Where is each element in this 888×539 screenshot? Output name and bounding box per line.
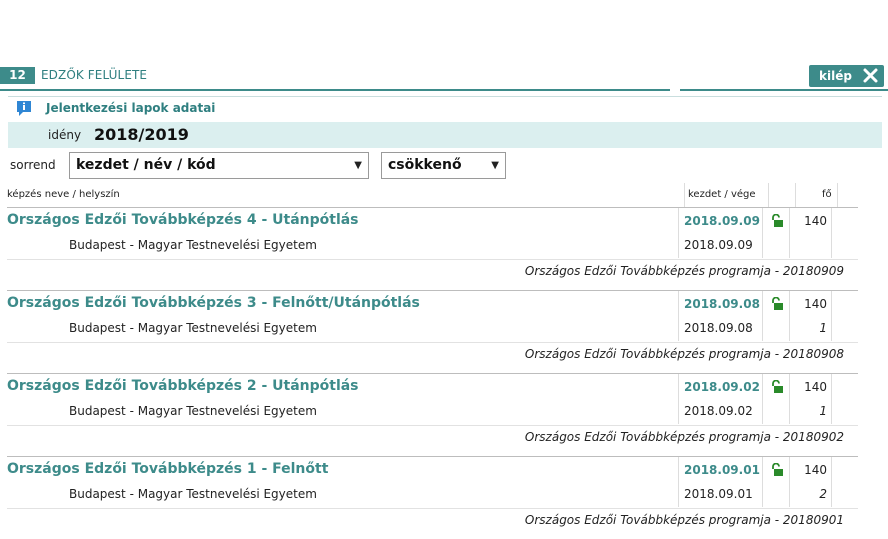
row-divider: [7, 508, 858, 509]
unlocked-lock-icon[interactable]: [770, 463, 784, 477]
column-divider: [684, 183, 685, 207]
training-place: Budapest - Magyar Testnevelési Egyetem: [69, 321, 317, 335]
exit-button-label: kilép: [819, 69, 852, 83]
applicant-count: 2: [819, 487, 827, 501]
training-name-link[interactable]: Országos Edzői Továbbképzés 4 - Utánpótl…: [7, 212, 359, 228]
row-divider: [7, 425, 858, 426]
training-end-date: 2018.09.09: [684, 238, 753, 252]
sort-order-value: csökkenő: [388, 157, 462, 173]
training-end-date: 2018.09.02: [684, 404, 753, 418]
program-link[interactable]: Országos Edzői Továbbképzés programja - …: [525, 430, 844, 444]
info-icon: [17, 101, 31, 116]
participant-count: 140: [804, 214, 827, 228]
training-entry: Országos Edzői Továbbképzés 2 - Utánpótl…: [7, 373, 858, 456]
sort-order-select[interactable]: csökkenő ▼: [381, 152, 506, 179]
training-end-date: 2018.09.08: [684, 321, 753, 335]
training-entry: Országos Edzői Továbbképzés 4 - Utánpótl…: [7, 207, 858, 290]
training-start-date: 2018.09.09: [684, 214, 760, 228]
cell-divider: [678, 457, 679, 507]
training-start-date: 2018.09.02: [684, 380, 760, 394]
participant-count: 140: [804, 463, 827, 477]
participant-count: 140: [804, 380, 827, 394]
training-start-date: 2018.09.01: [684, 463, 760, 477]
dropdown-arrow-icon: ▼: [354, 160, 362, 171]
training-name-link[interactable]: Országos Edzői Továbbképzés 3 - Felnőtt/…: [7, 295, 420, 311]
cell-divider: [831, 291, 832, 341]
training-place: Budapest - Magyar Testnevelési Egyetem: [69, 487, 317, 501]
header-divider-right: [680, 89, 888, 91]
top-bar: 12 EDZŐK FELÜLETE kilép: [0, 65, 888, 93]
header-divider: [0, 89, 670, 91]
cell-divider: [831, 208, 832, 258]
section-title: Jelentkezési lapok adatai: [46, 101, 216, 115]
unlocked-lock-icon[interactable]: [770, 214, 784, 228]
row-divider: [7, 259, 858, 260]
training-entry: Országos Edzői Továbbképzés 1 - Felnőtt …: [7, 456, 858, 539]
section-header: Jelentkezési lapok adatai: [8, 96, 882, 120]
sort-row: sorrend kezdet / név / kód ▼ csökkenő ▼: [0, 152, 888, 180]
table-header: képzés neve / helyszín kezdet / vége fő: [0, 183, 860, 207]
cell-divider: [831, 457, 832, 507]
unlocked-lock-icon[interactable]: [770, 297, 784, 311]
sort-field-select[interactable]: kezdet / név / kód ▼: [69, 152, 369, 179]
season-label: idény: [48, 128, 82, 142]
participant-count: 140: [804, 297, 827, 311]
exit-button[interactable]: kilép: [809, 65, 884, 87]
cell-divider: [678, 208, 679, 258]
column-divider: [795, 183, 796, 207]
training-name-link[interactable]: Országos Edzői Továbbképzés 1 - Felnőtt: [7, 461, 328, 477]
training-start-date: 2018.09.08: [684, 297, 760, 311]
module-number-badge: 12: [0, 67, 35, 84]
training-end-date: 2018.09.01: [684, 487, 753, 501]
season-row: idény 2018/2019: [8, 122, 882, 148]
cell-divider: [762, 208, 763, 258]
cell-divider: [762, 457, 763, 507]
column-divider: [768, 183, 769, 207]
season-value: 2018/2019: [94, 125, 189, 144]
cell-divider: [762, 291, 763, 341]
program-link[interactable]: Országos Edzői Továbbképzés programja - …: [525, 347, 844, 361]
unlocked-lock-icon[interactable]: [770, 380, 784, 394]
training-place: Budapest - Magyar Testnevelési Egyetem: [69, 238, 317, 252]
column-header-count: fő: [822, 189, 832, 200]
cell-divider: [831, 374, 832, 424]
program-link[interactable]: Országos Edzői Továbbképzés programja - …: [525, 264, 844, 278]
training-entry: Országos Edzői Továbbképzés 3 - Felnőtt/…: [7, 290, 858, 373]
page-title: EDZŐK FELÜLETE: [41, 68, 148, 82]
row-divider: [7, 342, 858, 343]
program-link[interactable]: Országos Edzői Továbbképzés programja - …: [525, 513, 844, 527]
column-header-dates: kezdet / vége: [688, 189, 756, 200]
sort-label: sorrend: [10, 158, 56, 172]
column-header-name: képzés neve / helyszín: [7, 189, 120, 200]
sort-field-value: kezdet / név / kód: [76, 157, 216, 173]
training-list: Országos Edzői Továbbképzés 4 - Utánpótl…: [7, 207, 858, 539]
training-name-link[interactable]: Országos Edzői Továbbképzés 2 - Utánpótl…: [7, 378, 359, 394]
applicant-count: 1: [819, 404, 827, 418]
cell-divider: [678, 291, 679, 341]
applicant-count: 1: [819, 321, 827, 335]
cell-divider: [762, 374, 763, 424]
column-divider: [837, 183, 838, 207]
dropdown-arrow-icon: ▼: [491, 160, 499, 171]
cell-divider: [678, 374, 679, 424]
close-icon: [863, 68, 878, 83]
training-place: Budapest - Magyar Testnevelési Egyetem: [69, 404, 317, 418]
